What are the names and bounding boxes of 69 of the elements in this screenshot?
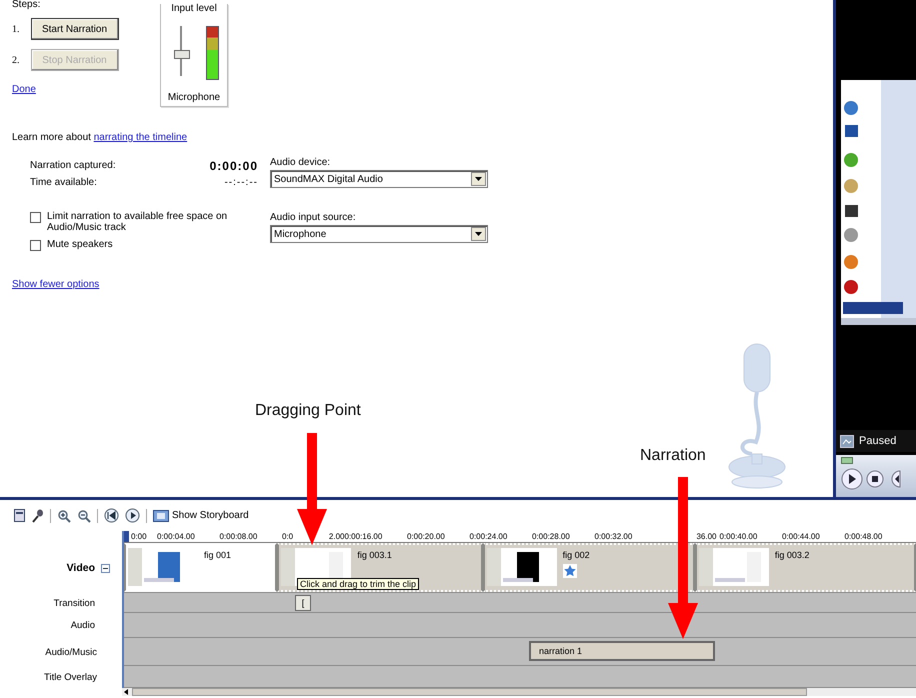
- steps-label: Steps:: [12, 0, 42, 10]
- track-label: Title Overlay: [44, 672, 97, 682]
- clip-name: fig 003.1: [357, 550, 392, 560]
- checkbox-label: Mute speakers: [47, 239, 114, 250]
- show-fewer-options-link[interactable]: Show fewer options: [12, 279, 100, 290]
- video-clip[interactable]: fig 001: [124, 543, 278, 592]
- filmstrip-icon: [153, 510, 169, 522]
- track-label: Audio: [70, 620, 95, 631]
- audio-clip[interactable]: narration 1: [529, 641, 715, 661]
- annotation-label: Dragging Point: [255, 402, 361, 420]
- time-tick: 0:00:28.00: [532, 532, 571, 541]
- time-tick: 0:00:40.00: [720, 532, 758, 541]
- clip-name: fig 003.2: [774, 550, 810, 560]
- stat-value: --:--:--: [224, 177, 258, 188]
- done-link[interactable]: Done: [12, 84, 126, 95]
- time-tick: 0:00:44.00: [782, 532, 821, 541]
- step-number: 2.: [12, 54, 20, 66]
- slider-thumb[interactable]: [174, 50, 190, 60]
- checkbox-label: Limit narration to available free space on Audio/Music track: [47, 211, 228, 233]
- field-label: Audio device:: [270, 157, 332, 168]
- track-label: Video: [66, 562, 95, 574]
- stat-label: Time available:: [30, 177, 97, 188]
- collapse-icon[interactable]: [101, 564, 110, 572]
- track-label: Audio/Music: [45, 646, 97, 658]
- tooltip: Click and drag to trim the clip: [297, 578, 420, 590]
- video-clip[interactable]: fig 002: [482, 543, 695, 592]
- time-tick: 0:00:24.00: [470, 532, 508, 541]
- time-tick: 36.00: [696, 532, 716, 541]
- time-tick: 0:0: [282, 532, 294, 541]
- stat-label: Narration captured:: [30, 160, 116, 171]
- time-tick: 0:00:08.00: [220, 532, 258, 541]
- track-label: Transition: [54, 598, 95, 608]
- zoom-out-icon[interactable]: [77, 508, 91, 522]
- video-clip[interactable]: fig 003.2: [694, 543, 916, 592]
- play-icon[interactable]: [841, 468, 863, 490]
- transition-marker[interactable]: [: [295, 595, 311, 611]
- clip-name: fig 001: [204, 550, 232, 560]
- time-tick: 0:00:16.00: [344, 532, 384, 541]
- stat-value: 0:00:00: [210, 158, 258, 172]
- input-source-label: Microphone: [168, 92, 220, 103]
- microphone-icon[interactable]: [31, 508, 44, 522]
- annotation-label: Narration: [640, 447, 706, 465]
- step-number: 1.: [12, 24, 20, 34]
- time-ruler[interactable]: 0:00 0:00:04.00 0:00:08.00 0:0 2.000:00:16.00 0:00:20.00 0:00:24.00 0:00:28.00 0:00:32.00 36.00 0:00:40.00 0:00:44.00 0:00:48.00: [124, 531, 916, 543]
- checkbox[interactable]: [30, 240, 41, 251]
- time-tick: 0:00: [130, 532, 148, 541]
- time-tick: 0:00:32.00: [594, 532, 634, 541]
- monitor-icon: [840, 434, 854, 448]
- time-tick: 0:00:04.00: [157, 532, 196, 541]
- show-storyboard-button[interactable]: Show Storyboard: [153, 510, 249, 522]
- screen-icon: [841, 457, 853, 464]
- rewind-icon[interactable]: [104, 508, 119, 523]
- zoom-in-icon[interactable]: [57, 508, 71, 522]
- field-label: Audio input source:: [270, 212, 357, 223]
- help-link[interactable]: narrating the timeline: [94, 132, 188, 143]
- time-tick: 2.00: [328, 532, 344, 541]
- stop-icon[interactable]: [866, 470, 884, 488]
- input-level-title: Input level: [171, 4, 217, 14]
- time-tick: 0:00:20.00: [407, 532, 446, 541]
- playback-status: Paused: [859, 435, 896, 447]
- time-tick: 0:00:48.00: [844, 532, 884, 541]
- learn-more-text: Learn more about: [12, 132, 92, 143]
- start-narration-button[interactable]: Start Narration: [30, 18, 118, 40]
- dropdown[interactable]: Microphone: [270, 225, 488, 243]
- dropdown[interactable]: SoundMAX Digital Audio: [270, 170, 488, 188]
- checkbox[interactable]: [30, 212, 41, 223]
- clip-name: fig 002: [562, 550, 590, 560]
- storyboard-icon[interactable]: [14, 509, 25, 522]
- play-icon[interactable]: [125, 508, 140, 523]
